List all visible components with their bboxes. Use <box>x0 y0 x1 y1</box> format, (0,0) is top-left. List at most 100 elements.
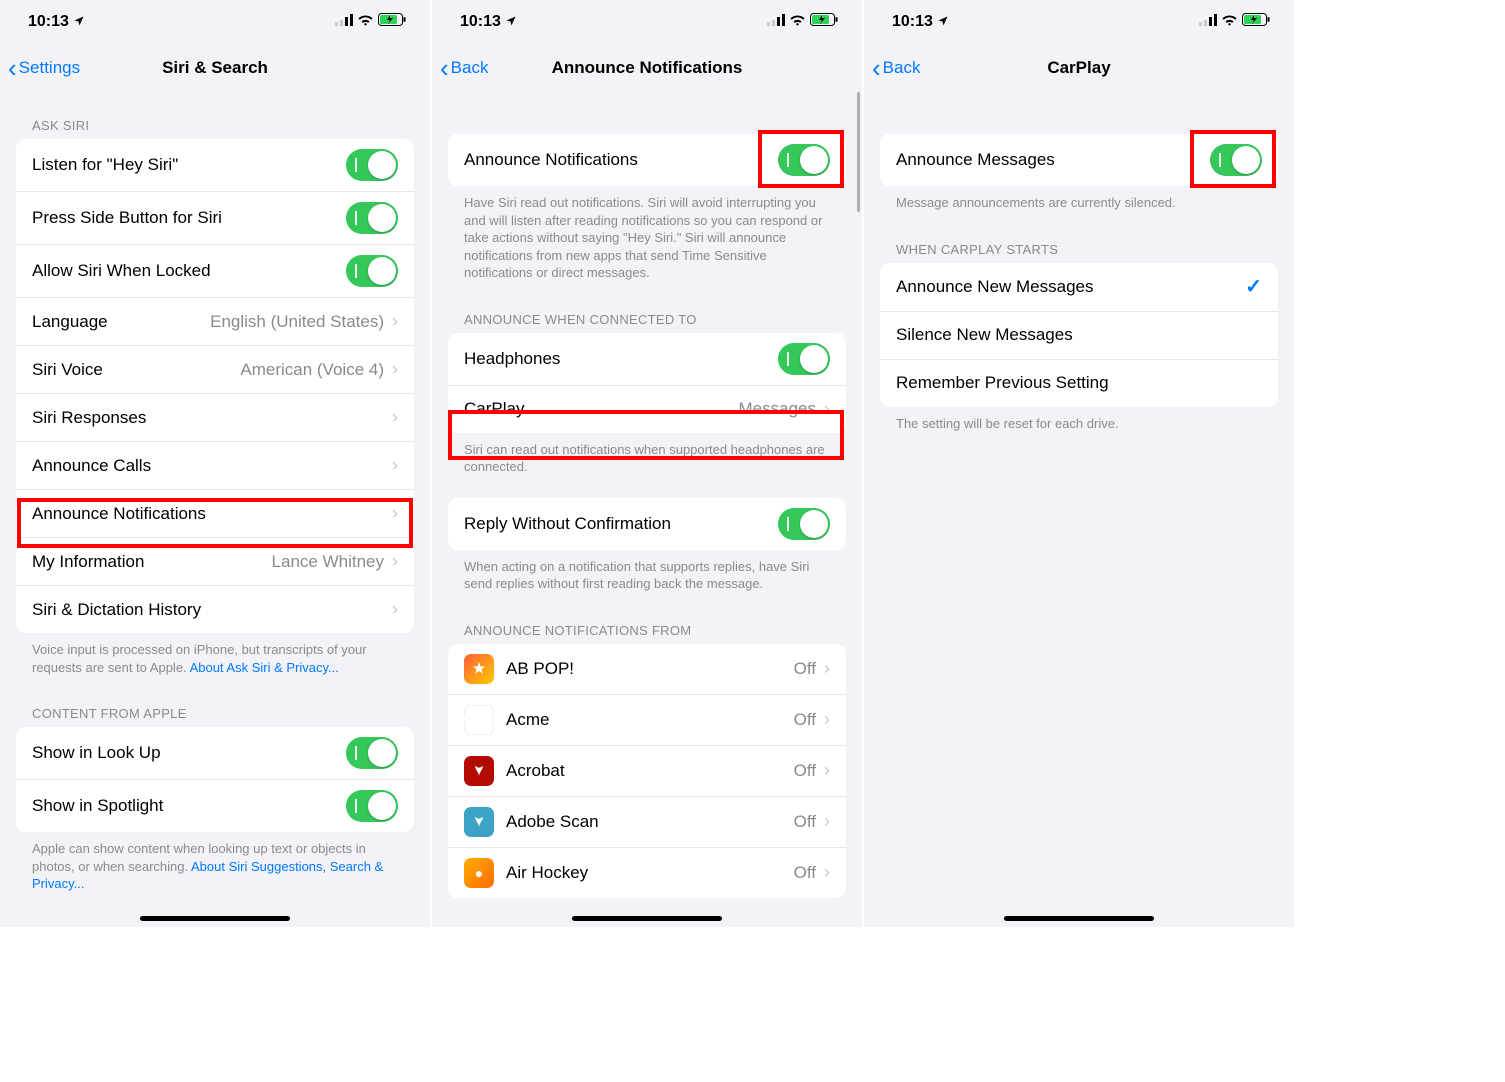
row-label: Language <box>32 312 210 332</box>
toggle-announce-notifications[interactable] <box>778 144 830 176</box>
toggle-reply-without-confirmation[interactable] <box>778 508 830 540</box>
row-app-adobe-scan[interactable]: Adobe Scan Off › <box>448 796 846 847</box>
row-remember-previous-setting[interactable]: Remember Previous Setting <box>880 359 1278 407</box>
row-label: Siri Voice <box>32 360 240 380</box>
group-connected: Headphones CarPlay Messages › <box>448 333 846 433</box>
section-header-from: ANNOUNCE NOTIFICATIONS FROM <box>432 597 862 644</box>
row-show-in-spotlight[interactable]: Show in Spotlight <box>16 779 414 832</box>
status-time: 10:13 <box>460 13 501 31</box>
row-announce-messages[interactable]: Announce Messages <box>880 134 1278 186</box>
row-label: Press Side Button for Siri <box>32 208 346 228</box>
row-reply-without-confirmation[interactable]: Reply Without Confirmation <box>448 498 846 550</box>
app-icon <box>464 756 494 786</box>
status-time: 10:13 <box>892 13 933 31</box>
location-icon <box>505 15 517 30</box>
row-announce-notifications[interactable]: Announce Notifications › <box>16 489 414 537</box>
group-announce-messages: Announce Messages <box>880 134 1278 186</box>
location-icon <box>73 15 85 30</box>
row-label: Allow Siri When Locked <box>32 261 346 281</box>
row-show-in-lookup[interactable]: Show in Look Up <box>16 727 414 779</box>
footer-announce-messages: Message announcements are currently sile… <box>864 186 1294 216</box>
row-my-information[interactable]: My Information Lance Whitney › <box>16 537 414 585</box>
footer-connected: Siri can read out notifications when sup… <box>432 433 862 480</box>
chevron-right-icon: › <box>824 709 830 730</box>
back-label: Settings <box>19 58 80 78</box>
chevron-right-icon: › <box>824 811 830 832</box>
wifi-icon <box>357 13 374 31</box>
row-label: AB POP! <box>506 659 794 679</box>
row-app-acrobat[interactable]: Acrobat Off › <box>448 745 846 796</box>
toggle-press-side[interactable] <box>346 202 398 234</box>
row-label: Show in Look Up <box>32 743 346 763</box>
status-bar: 10:13 <box>432 0 862 44</box>
back-button[interactable]: ‹ Settings <box>8 55 80 81</box>
toggle-allow-locked[interactable] <box>346 255 398 287</box>
chevron-right-icon: › <box>392 359 398 380</box>
group-content-apple: Show in Look Up Show in Spotlight <box>16 727 414 832</box>
row-label: Listen for "Hey Siri" <box>32 155 346 175</box>
row-app-acme[interactable]: ACME Acme Off › <box>448 694 846 745</box>
row-press-side-button[interactable]: Press Side Button for Siri <box>16 191 414 244</box>
battery-icon <box>1242 13 1270 31</box>
link-ask-siri-privacy[interactable]: About Ask Siri & Privacy... <box>190 660 339 675</box>
row-label: Remember Previous Setting <box>896 373 1262 393</box>
back-button[interactable]: ‹ Back <box>872 55 920 81</box>
row-siri-dictation-history[interactable]: Siri & Dictation History › <box>16 585 414 633</box>
phone-panel-3: 10:13 ‹ Back CarPlay Announce Messages <box>864 0 1294 927</box>
toggle-hey-siri[interactable] <box>346 149 398 181</box>
footer-when-carplay: The setting will be reset for each drive… <box>864 407 1294 437</box>
row-label: Siri & Dictation History <box>32 600 392 620</box>
toggle-announce-messages[interactable] <box>1210 144 1262 176</box>
row-allow-when-locked[interactable]: Allow Siri When Locked <box>16 244 414 297</box>
row-label: My Information <box>32 552 272 572</box>
row-label: Announce Calls <box>32 456 392 476</box>
page-title: Announce Notifications <box>552 58 743 78</box>
row-detail: English (United States) <box>210 312 384 332</box>
row-app-air-hockey[interactable]: ● Air Hockey Off › <box>448 847 846 898</box>
row-app-abpop[interactable]: ★ AB POP! Off › <box>448 644 846 694</box>
cellular-icon <box>335 13 353 31</box>
row-detail: Messages <box>739 399 816 419</box>
chevron-right-icon: › <box>392 503 398 524</box>
row-announce-calls[interactable]: Announce Calls › <box>16 441 414 489</box>
app-icon: ★ <box>464 654 494 684</box>
row-language[interactable]: Language English (United States) › <box>16 297 414 345</box>
group-apps: ★ AB POP! Off › ACME Acme Off › Acrobat … <box>448 644 846 898</box>
row-label: Acrobat <box>506 761 794 781</box>
row-announce-new-messages[interactable]: Announce New Messages ✓ <box>880 263 1278 311</box>
row-siri-responses[interactable]: Siri Responses › <box>16 393 414 441</box>
nav-bar: ‹ Back CarPlay <box>864 44 1294 92</box>
row-label: Headphones <box>464 349 778 369</box>
chevron-right-icon: › <box>824 760 830 781</box>
row-label: Announce Notifications <box>32 504 392 524</box>
back-label: Back <box>451 58 489 78</box>
scroll-indicator[interactable] <box>857 92 860 212</box>
home-indicator[interactable] <box>140 916 290 921</box>
app-icon: ACME <box>464 705 494 735</box>
home-indicator[interactable] <box>572 916 722 921</box>
toggle-headphones[interactable] <box>778 343 830 375</box>
toggle-lookup[interactable] <box>346 737 398 769</box>
chevron-left-icon: ‹ <box>440 55 449 81</box>
row-label: CarPlay <box>464 399 739 419</box>
chevron-right-icon: › <box>392 311 398 332</box>
row-announce-notifications-toggle[interactable]: Announce Notifications <box>448 134 846 186</box>
home-indicator[interactable] <box>1004 916 1154 921</box>
toggle-spotlight[interactable] <box>346 790 398 822</box>
battery-icon <box>810 13 838 31</box>
row-label: Reply Without Confirmation <box>464 514 778 534</box>
row-label: Air Hockey <box>506 863 794 883</box>
row-headphones[interactable]: Headphones <box>448 333 846 385</box>
back-button[interactable]: ‹ Back <box>440 55 488 81</box>
row-siri-voice[interactable]: Siri Voice American (Voice 4) › <box>16 345 414 393</box>
footer-announce: Have Siri read out notifications. Siri w… <box>432 186 862 286</box>
nav-bar: ‹ Back Announce Notifications <box>432 44 862 92</box>
row-carplay[interactable]: CarPlay Messages › <box>448 385 846 433</box>
row-silence-new-messages[interactable]: Silence New Messages <box>880 311 1278 359</box>
group-reply: Reply Without Confirmation <box>448 498 846 550</box>
nav-bar: ‹ Settings Siri & Search <box>0 44 430 92</box>
status-bar: 10:13 <box>0 0 430 44</box>
app-icon <box>464 807 494 837</box>
row-listen-hey-siri[interactable]: Listen for "Hey Siri" <box>16 139 414 191</box>
chevron-left-icon: ‹ <box>872 55 881 81</box>
